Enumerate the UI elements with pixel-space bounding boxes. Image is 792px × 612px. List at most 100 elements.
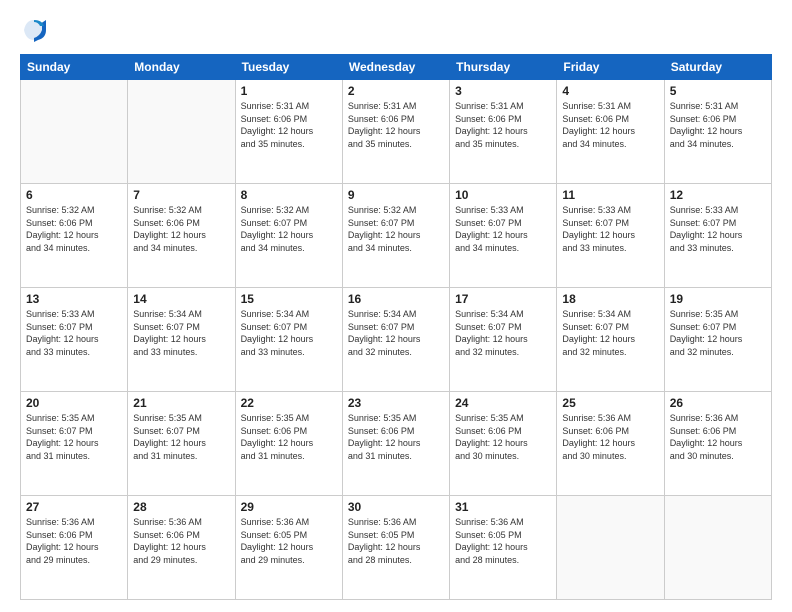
weekday-header-saturday: Saturday	[664, 55, 771, 80]
weekday-header-wednesday: Wednesday	[342, 55, 449, 80]
day-number: 2	[348, 84, 444, 98]
cell-info: Sunrise: 5:35 AM Sunset: 6:06 PM Dayligh…	[241, 412, 337, 462]
day-number: 7	[133, 188, 229, 202]
day-number: 5	[670, 84, 766, 98]
day-number: 26	[670, 396, 766, 410]
cell-info: Sunrise: 5:31 AM Sunset: 6:06 PM Dayligh…	[241, 100, 337, 150]
calendar-week-1: 1 Sunrise: 5:31 AM Sunset: 6:06 PM Daylig…	[21, 80, 772, 184]
cell-info: Sunrise: 5:32 AM Sunset: 6:07 PM Dayligh…	[348, 204, 444, 254]
day-number: 9	[348, 188, 444, 202]
cell-info: Sunrise: 5:35 AM Sunset: 6:07 PM Dayligh…	[26, 412, 122, 462]
weekday-header-thursday: Thursday	[450, 55, 557, 80]
cell-info: Sunrise: 5:36 AM Sunset: 6:06 PM Dayligh…	[26, 516, 122, 566]
calendar-body: 1 Sunrise: 5:31 AM Sunset: 6:06 PM Daylig…	[21, 80, 772, 600]
calendar-cell: 23 Sunrise: 5:35 AM Sunset: 6:06 PM Dayli…	[342, 392, 449, 496]
calendar-week-3: 13 Sunrise: 5:33 AM Sunset: 6:07 PM Dayli…	[21, 288, 772, 392]
day-number: 24	[455, 396, 551, 410]
cell-info: Sunrise: 5:36 AM Sunset: 6:06 PM Dayligh…	[562, 412, 658, 462]
weekday-header-tuesday: Tuesday	[235, 55, 342, 80]
day-number: 12	[670, 188, 766, 202]
calendar-week-4: 20Sunrise: 5:35 AM Sunset: 6:07 PM Dayli…	[21, 392, 772, 496]
day-number: 4	[562, 84, 658, 98]
calendar-cell: 7 Sunrise: 5:32 AM Sunset: 6:06 PM Daylig…	[128, 184, 235, 288]
weekday-row: SundayMondayTuesdayWednesdayThursdayFrid…	[21, 55, 772, 80]
cell-info: Sunrise: 5:35 AM Sunset: 6:06 PM Dayligh…	[455, 412, 551, 462]
calendar-cell: 22Sunrise: 5:35 AM Sunset: 6:06 PM Dayli…	[235, 392, 342, 496]
cell-info: Sunrise: 5:32 AM Sunset: 6:06 PM Dayligh…	[133, 204, 229, 254]
calendar-cell: 11 Sunrise: 5:33 AM Sunset: 6:07 PM Dayli…	[557, 184, 664, 288]
calendar-cell: 5 Sunrise: 5:31 AM Sunset: 6:06 PM Daylig…	[664, 80, 771, 184]
header	[20, 16, 772, 44]
cell-info: Sunrise: 5:33 AM Sunset: 6:07 PM Dayligh…	[562, 204, 658, 254]
calendar-cell: 16Sunrise: 5:34 AM Sunset: 6:07 PM Dayli…	[342, 288, 449, 392]
day-number: 11	[562, 188, 658, 202]
cell-info: Sunrise: 5:31 AM Sunset: 6:06 PM Dayligh…	[455, 100, 551, 150]
calendar-cell: 6 Sunrise: 5:32 AM Sunset: 6:06 PM Daylig…	[21, 184, 128, 288]
calendar: SundayMondayTuesdayWednesdayThursdayFrid…	[20, 54, 772, 600]
cell-info: Sunrise: 5:34 AM Sunset: 6:07 PM Dayligh…	[562, 308, 658, 358]
cell-info: Sunrise: 5:36 AM Sunset: 6:06 PM Dayligh…	[133, 516, 229, 566]
day-number: 10	[455, 188, 551, 202]
cell-info: Sunrise: 5:36 AM Sunset: 6:05 PM Dayligh…	[455, 516, 551, 566]
cell-info: Sunrise: 5:32 AM Sunset: 6:07 PM Dayligh…	[241, 204, 337, 254]
day-number: 19	[670, 292, 766, 306]
weekday-header-friday: Friday	[557, 55, 664, 80]
calendar-cell: 10Sunrise: 5:33 AM Sunset: 6:07 PM Dayli…	[450, 184, 557, 288]
cell-info: Sunrise: 5:35 AM Sunset: 6:07 PM Dayligh…	[133, 412, 229, 462]
calendar-cell	[21, 80, 128, 184]
calendar-cell	[557, 496, 664, 600]
day-number: 13	[26, 292, 122, 306]
cell-info: Sunrise: 5:36 AM Sunset: 6:05 PM Dayligh…	[348, 516, 444, 566]
calendar-cell: 18Sunrise: 5:34 AM Sunset: 6:07 PM Dayli…	[557, 288, 664, 392]
cell-info: Sunrise: 5:33 AM Sunset: 6:07 PM Dayligh…	[26, 308, 122, 358]
cell-info: Sunrise: 5:34 AM Sunset: 6:07 PM Dayligh…	[348, 308, 444, 358]
cell-info: Sunrise: 5:36 AM Sunset: 6:06 PM Dayligh…	[670, 412, 766, 462]
calendar-cell: 14Sunrise: 5:34 AM Sunset: 6:07 PM Dayli…	[128, 288, 235, 392]
calendar-cell: 19 Sunrise: 5:35 AM Sunset: 6:07 PM Dayli…	[664, 288, 771, 392]
calendar-cell: 1 Sunrise: 5:31 AM Sunset: 6:06 PM Daylig…	[235, 80, 342, 184]
cell-info: Sunrise: 5:32 AM Sunset: 6:06 PM Dayligh…	[26, 204, 122, 254]
day-number: 23	[348, 396, 444, 410]
calendar-cell: 8 Sunrise: 5:32 AM Sunset: 6:07 PM Daylig…	[235, 184, 342, 288]
weekday-header-monday: Monday	[128, 55, 235, 80]
calendar-cell: 9 Sunrise: 5:32 AM Sunset: 6:07 PM Daylig…	[342, 184, 449, 288]
day-number: 25	[562, 396, 658, 410]
day-number: 27	[26, 500, 122, 514]
calendar-week-5: 27 Sunrise: 5:36 AM Sunset: 6:06 PM Dayli…	[21, 496, 772, 600]
calendar-cell	[128, 80, 235, 184]
day-number: 3	[455, 84, 551, 98]
cell-info: Sunrise: 5:35 AM Sunset: 6:06 PM Dayligh…	[348, 412, 444, 462]
day-number: 6	[26, 188, 122, 202]
calendar-cell	[664, 496, 771, 600]
cell-info: Sunrise: 5:34 AM Sunset: 6:07 PM Dayligh…	[455, 308, 551, 358]
calendar-cell: 15 Sunrise: 5:34 AM Sunset: 6:07 PM Dayli…	[235, 288, 342, 392]
cell-info: Sunrise: 5:31 AM Sunset: 6:06 PM Dayligh…	[562, 100, 658, 150]
day-number: 28	[133, 500, 229, 514]
cell-info: Sunrise: 5:31 AM Sunset: 6:06 PM Dayligh…	[670, 100, 766, 150]
calendar-cell: 24 Sunrise: 5:35 AM Sunset: 6:06 PM Dayli…	[450, 392, 557, 496]
day-number: 29	[241, 500, 337, 514]
calendar-cell: 28 Sunrise: 5:36 AM Sunset: 6:06 PM Dayli…	[128, 496, 235, 600]
calendar-cell: 13 Sunrise: 5:33 AM Sunset: 6:07 PM Dayli…	[21, 288, 128, 392]
calendar-week-2: 6 Sunrise: 5:32 AM Sunset: 6:06 PM Daylig…	[21, 184, 772, 288]
calendar-cell: 27 Sunrise: 5:36 AM Sunset: 6:06 PM Dayli…	[21, 496, 128, 600]
day-number: 15	[241, 292, 337, 306]
calendar-cell: 31 Sunrise: 5:36 AM Sunset: 6:05 PM Dayli…	[450, 496, 557, 600]
day-number: 8	[241, 188, 337, 202]
logo-icon	[20, 16, 48, 44]
day-number: 30	[348, 500, 444, 514]
calendar-cell: 20Sunrise: 5:35 AM Sunset: 6:07 PM Dayli…	[21, 392, 128, 496]
logo	[20, 16, 54, 44]
cell-info: Sunrise: 5:34 AM Sunset: 6:07 PM Dayligh…	[241, 308, 337, 358]
calendar-cell: 25 Sunrise: 5:36 AM Sunset: 6:06 PM Dayli…	[557, 392, 664, 496]
calendar-header: SundayMondayTuesdayWednesdayThursdayFrid…	[21, 55, 772, 80]
day-number: 31	[455, 500, 551, 514]
calendar-cell: 3 Sunrise: 5:31 AM Sunset: 6:06 PM Daylig…	[450, 80, 557, 184]
day-number: 17	[455, 292, 551, 306]
cell-info: Sunrise: 5:35 AM Sunset: 6:07 PM Dayligh…	[670, 308, 766, 358]
calendar-cell: 26 Sunrise: 5:36 AM Sunset: 6:06 PM Dayli…	[664, 392, 771, 496]
day-number: 14	[133, 292, 229, 306]
day-number: 1	[241, 84, 337, 98]
calendar-cell: 30 Sunrise: 5:36 AM Sunset: 6:05 PM Dayli…	[342, 496, 449, 600]
calendar-cell: 4 Sunrise: 5:31 AM Sunset: 6:06 PM Daylig…	[557, 80, 664, 184]
